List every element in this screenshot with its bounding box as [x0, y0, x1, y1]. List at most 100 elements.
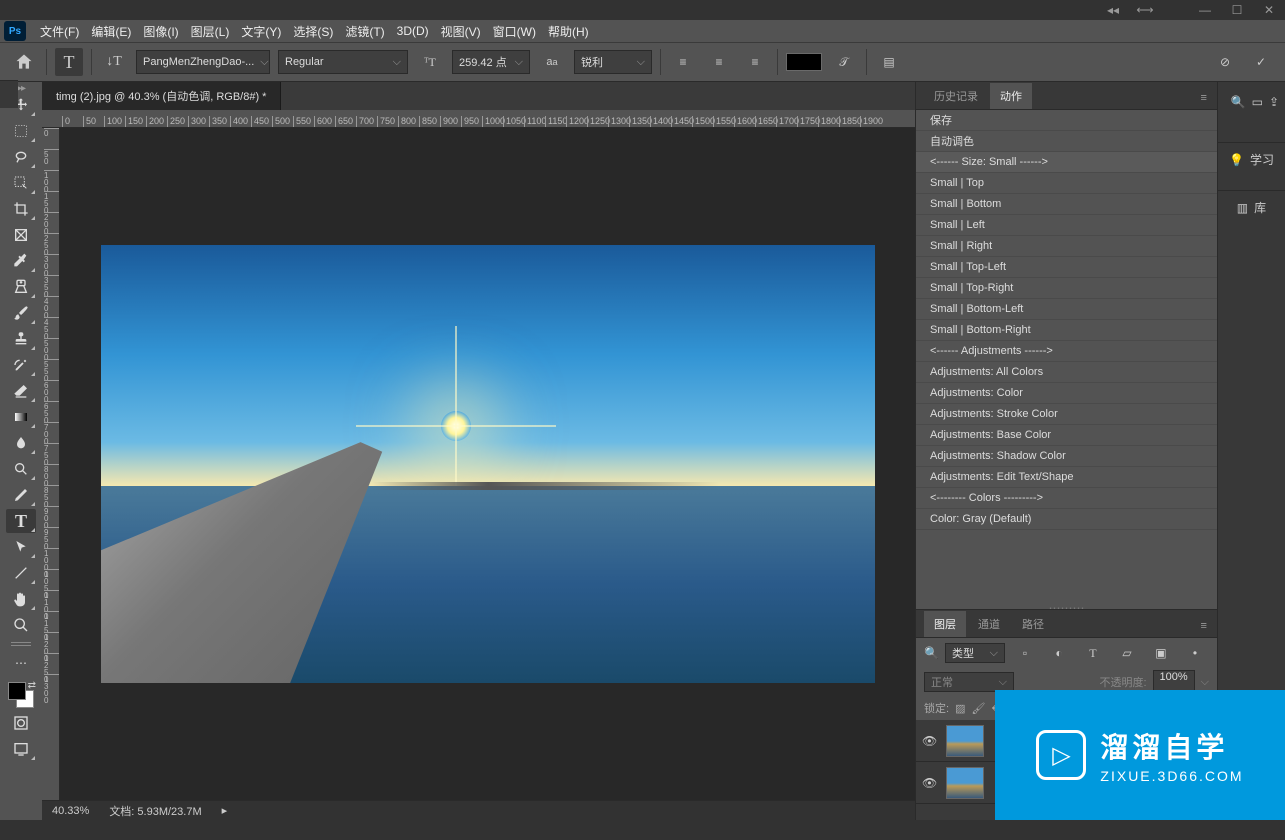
zoom-level[interactable]: 40.33% [52, 805, 89, 817]
lasso-tool[interactable] [6, 145, 36, 169]
quick-select-tool[interactable] [6, 171, 36, 195]
cancel-icon[interactable]: ⊘ [1211, 48, 1239, 76]
character-panel-icon[interactable]: ▤ [875, 48, 903, 76]
action-row[interactable]: Small | Left [916, 215, 1217, 236]
lock-pixels-icon[interactable]: 🖌 [971, 702, 985, 715]
panel-resize-handle[interactable]: ⋯⋯⋯ [916, 601, 1217, 609]
frame-tool[interactable] [6, 223, 36, 247]
filter-smart-icon[interactable]: ▣ [1147, 639, 1175, 667]
tab-history[interactable]: 历史记录 [924, 83, 988, 109]
filter-shape-icon[interactable]: ▱ [1113, 639, 1141, 667]
panel-menu-icon[interactable]: ≡ [1191, 87, 1217, 109]
layer-thumbnail[interactable] [946, 767, 984, 799]
tab-actions[interactable]: 动作 [990, 83, 1032, 109]
layers-menu-icon[interactable]: ≡ [1191, 615, 1217, 637]
search-icon[interactable]: 🔍 [1231, 95, 1246, 109]
menu-type[interactable]: 文字(Y) [235, 21, 287, 42]
action-row[interactable]: Small | Top [916, 173, 1217, 194]
menu-file[interactable]: 文件(F) [34, 21, 85, 42]
lock-transparent-icon[interactable]: ▨ [955, 702, 965, 715]
eraser-tool[interactable] [6, 379, 36, 403]
collapsed-color-panel[interactable] [0, 80, 18, 108]
crop-tool[interactable] [6, 197, 36, 221]
menu-edit[interactable]: 编辑(E) [85, 21, 137, 42]
action-row[interactable]: Small | Right [916, 236, 1217, 257]
warp-text-icon[interactable]: 𝒯 [830, 48, 858, 76]
action-row[interactable]: Small | Bottom-Left [916, 299, 1217, 320]
commit-icon[interactable]: ✓ [1247, 48, 1275, 76]
share-icon[interactable]: ⇪ [1269, 95, 1279, 109]
action-row[interactable]: Color: Gray (Default) [916, 509, 1217, 530]
font-style-select[interactable]: Regular⌵ [278, 50, 408, 74]
color-swatches[interactable]: ⇄ [6, 680, 36, 710]
zoom-tool[interactable] [6, 613, 36, 637]
menu-view[interactable]: 视图(V) [435, 21, 487, 42]
doc-info[interactable]: 文档: 5.93M/23.7M [109, 803, 201, 819]
action-row[interactable]: Adjustments: Stroke Color [916, 404, 1217, 425]
text-orientation-icon[interactable]: ↓T [100, 48, 128, 76]
menu-select[interactable]: 选择(S) [287, 21, 339, 42]
libraries-panel-button[interactable]: ▥ 库 [1218, 190, 1285, 224]
arrange-icon[interactable]: ▭ [1252, 95, 1263, 109]
layer-filter-select[interactable]: 类型⌵ [945, 643, 1005, 663]
action-row[interactable]: Adjustments: Edit Text/Shape [916, 467, 1217, 488]
blur-tool[interactable] [6, 431, 36, 455]
text-color-swatch[interactable] [786, 53, 822, 71]
ruler-horizontal[interactable]: 0501001502002503003504004505005506006507… [42, 110, 915, 128]
tab-layers[interactable]: 图层 [924, 611, 966, 637]
path-select-tool[interactable] [6, 535, 36, 559]
align-right-icon[interactable]: ≡ [741, 48, 769, 76]
menu-layer[interactable]: 图层(L) [185, 21, 236, 42]
filter-toggle[interactable]: • [1181, 639, 1209, 667]
layer-filter-icon[interactable]: 🔍 [924, 646, 939, 660]
ruler-vertical[interactable]: 0501001502002503003504004505005506006507… [42, 128, 60, 800]
minimize-button[interactable]: — [1193, 1, 1217, 19]
antialias-select[interactable]: 锐利⌵ [574, 50, 652, 74]
action-row[interactable]: Adjustments: All Colors [916, 362, 1217, 383]
menu-filter[interactable]: 滤镜(T) [339, 21, 390, 42]
font-family-select[interactable]: PangMenZhengDao-...⌵ [136, 50, 270, 74]
marquee-tool[interactable] [6, 119, 36, 143]
visibility-icon[interactable]: 👁 [922, 734, 938, 748]
expand-icon[interactable]: ⟷ [1133, 1, 1157, 19]
action-row[interactable]: Small | Bottom [916, 194, 1217, 215]
healing-tool[interactable] [6, 275, 36, 299]
visibility-icon[interactable]: 👁 [922, 776, 938, 790]
layer-thumbnail[interactable] [946, 725, 984, 757]
edit-toolbar-icon[interactable]: ⋯ [6, 651, 36, 675]
filter-pixel-icon[interactable]: ▫ [1011, 639, 1039, 667]
tab-channels[interactable]: 通道 [968, 611, 1010, 637]
doc-info-arrow[interactable]: ▸ [222, 804, 228, 817]
menu-help[interactable]: 帮助(H) [542, 21, 595, 42]
brush-tool[interactable] [6, 301, 36, 325]
screen-mode-icon[interactable] [6, 737, 36, 761]
tab-paths[interactable]: 路径 [1012, 611, 1054, 637]
menu-image[interactable]: 图像(I) [137, 21, 184, 42]
home-button[interactable] [10, 48, 38, 76]
action-row[interactable]: <-------- Colors ---------> [916, 488, 1217, 509]
action-row[interactable]: Adjustments: Color [916, 383, 1217, 404]
gradient-tool[interactable] [6, 405, 36, 429]
action-row[interactable]: Adjustments: Base Color [916, 425, 1217, 446]
align-center-icon[interactable]: ≡ [705, 48, 733, 76]
quick-mask-icon[interactable] [6, 711, 36, 735]
foreground-color[interactable] [8, 682, 26, 700]
collapse-panels-icon[interactable]: ◂◂ [1101, 1, 1125, 19]
action-row[interactable]: <------ Size: Small ------> [916, 152, 1217, 173]
blend-mode-select[interactable]: 正常⌵ [924, 672, 1014, 692]
action-row[interactable]: 自动调色 [916, 131, 1217, 152]
dodge-tool[interactable] [6, 457, 36, 481]
learn-panel-button[interactable]: 💡 学习 [1218, 142, 1285, 176]
maximize-button[interactable]: ☐ [1225, 1, 1249, 19]
menu-window[interactable]: 窗口(W) [487, 21, 542, 42]
hand-tool[interactable] [6, 587, 36, 611]
close-button[interactable]: ✕ [1257, 1, 1281, 19]
filter-adjust-icon[interactable]: ◐ [1045, 639, 1073, 667]
align-left-icon[interactable]: ≡ [669, 48, 697, 76]
action-row[interactable]: Small | Top-Left [916, 257, 1217, 278]
eyedropper-tool[interactable] [6, 249, 36, 273]
document-tab[interactable]: timg (2).jpg @ 40.3% (自动色调, RGB/8#) * [42, 82, 281, 110]
filter-type-icon[interactable]: T [1079, 639, 1107, 667]
action-row[interactable]: <------ Adjustments ------> [916, 341, 1217, 362]
history-brush-tool[interactable] [6, 353, 36, 377]
